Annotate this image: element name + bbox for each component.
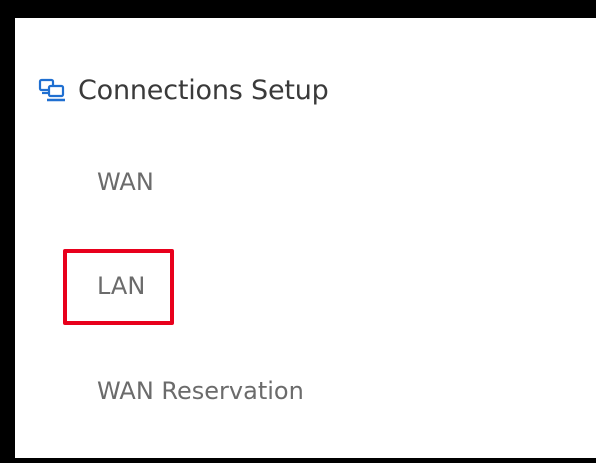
- nav-item-wan-reservation[interactable]: WAN Reservation: [97, 376, 304, 406]
- connections-setup-panel: Connections Setup WAN LAN WAN Reservatio…: [15, 18, 596, 458]
- connections-icon: [38, 77, 66, 103]
- nav-item-lan[interactable]: LAN: [97, 271, 145, 301]
- section-title: Connections Setup: [78, 74, 329, 106]
- section-header[interactable]: Connections Setup: [38, 72, 329, 108]
- nav-item-wan[interactable]: WAN: [97, 167, 154, 197]
